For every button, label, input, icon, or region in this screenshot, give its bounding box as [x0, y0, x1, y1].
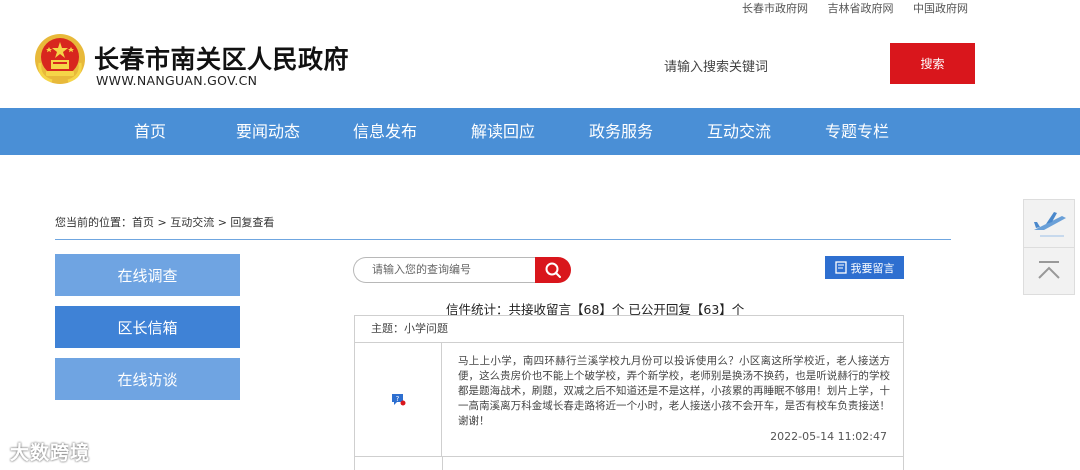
- breadcrumb: 您当前的位置：首页 > 互动交流 > 回复查看: [55, 216, 275, 229]
- query-search-button[interactable]: [535, 257, 571, 283]
- top-links: 长春市政府网 吉林省政府网 中国政府网: [726, 0, 968, 15]
- top-link-jilin[interactable]: 吉林省政府网: [828, 2, 894, 15]
- svg-text:?: ?: [396, 394, 400, 402]
- letter-table: 主题：小学问题 ? 马上上小学，南四环赫行兰溪学校九月份可以投诉使用么？小区离这…: [354, 315, 904, 470]
- letter-subject: 主题：小学问题: [355, 316, 903, 343]
- nav-special-topics[interactable]: 专题专栏: [825, 108, 889, 155]
- letter-icon-cell: ?: [355, 343, 442, 457]
- airplane-icon[interactable]: [1024, 200, 1074, 246]
- breadcrumb-divider: [55, 239, 951, 240]
- site-title[interactable]: 长春市南关区人民政府: [94, 40, 349, 76]
- main-nav: 首页 要闻动态 信息发布 解读回应 政务服务 互动交流 专题专栏: [0, 108, 1080, 155]
- watermark-logo: 大数跨境: [10, 438, 90, 465]
- back-to-top-icon[interactable]: [1024, 248, 1074, 294]
- top-link-changchun[interactable]: 长春市政府网: [742, 2, 808, 15]
- header-search-input[interactable]: 请输入搜索关键词: [664, 56, 768, 75]
- leave-message-label: 我要留言: [850, 261, 895, 275]
- nav-gov-services[interactable]: 政务服务: [589, 108, 653, 155]
- national-emblem-icon[interactable]: [34, 33, 86, 85]
- sidebar-item-mayor-mailbox[interactable]: 区长信箱: [55, 306, 240, 348]
- watermark-text: 大数跨境: [10, 442, 91, 464]
- nav-news[interactable]: 要闻动态: [236, 108, 300, 155]
- query-number-input[interactable]: 请输入您的查询编号: [353, 257, 536, 283]
- table-divider: [442, 457, 443, 470]
- letter-content-cell: 马上上小学，南四环赫行兰溪学校九月份可以投诉使用么？小区离这所学校近，老人接送方…: [442, 343, 903, 457]
- header-search-button[interactable]: 搜索: [890, 43, 975, 84]
- nav-interpretation[interactable]: 解读回应: [471, 108, 535, 155]
- nav-info-release[interactable]: 信息发布: [353, 108, 417, 155]
- search-icon: [545, 262, 561, 278]
- sidebar-item-online-interview[interactable]: 在线访谈: [55, 358, 240, 400]
- floating-toolbar: [1023, 199, 1075, 295]
- message-edit-icon: [834, 261, 847, 274]
- site-url: WWW.NANGUAN.GOV.CN: [96, 73, 258, 88]
- nav-home[interactable]: 首页: [134, 108, 166, 155]
- top-link-china[interactable]: 中国政府网: [913, 2, 968, 15]
- question-chat-icon: ?: [392, 393, 406, 405]
- letter-date: 2022-05-14 11:02:47: [770, 430, 887, 443]
- letter-content: 马上上小学，南四环赫行兰溪学校九月份可以投诉使用么？小区离这所学校近，老人接送方…: [458, 355, 890, 427]
- leave-message-button[interactable]: 我要留言: [825, 256, 904, 279]
- nav-interaction[interactable]: 互动交流: [707, 108, 771, 155]
- sidebar-item-online-survey[interactable]: 在线调查: [55, 254, 240, 296]
